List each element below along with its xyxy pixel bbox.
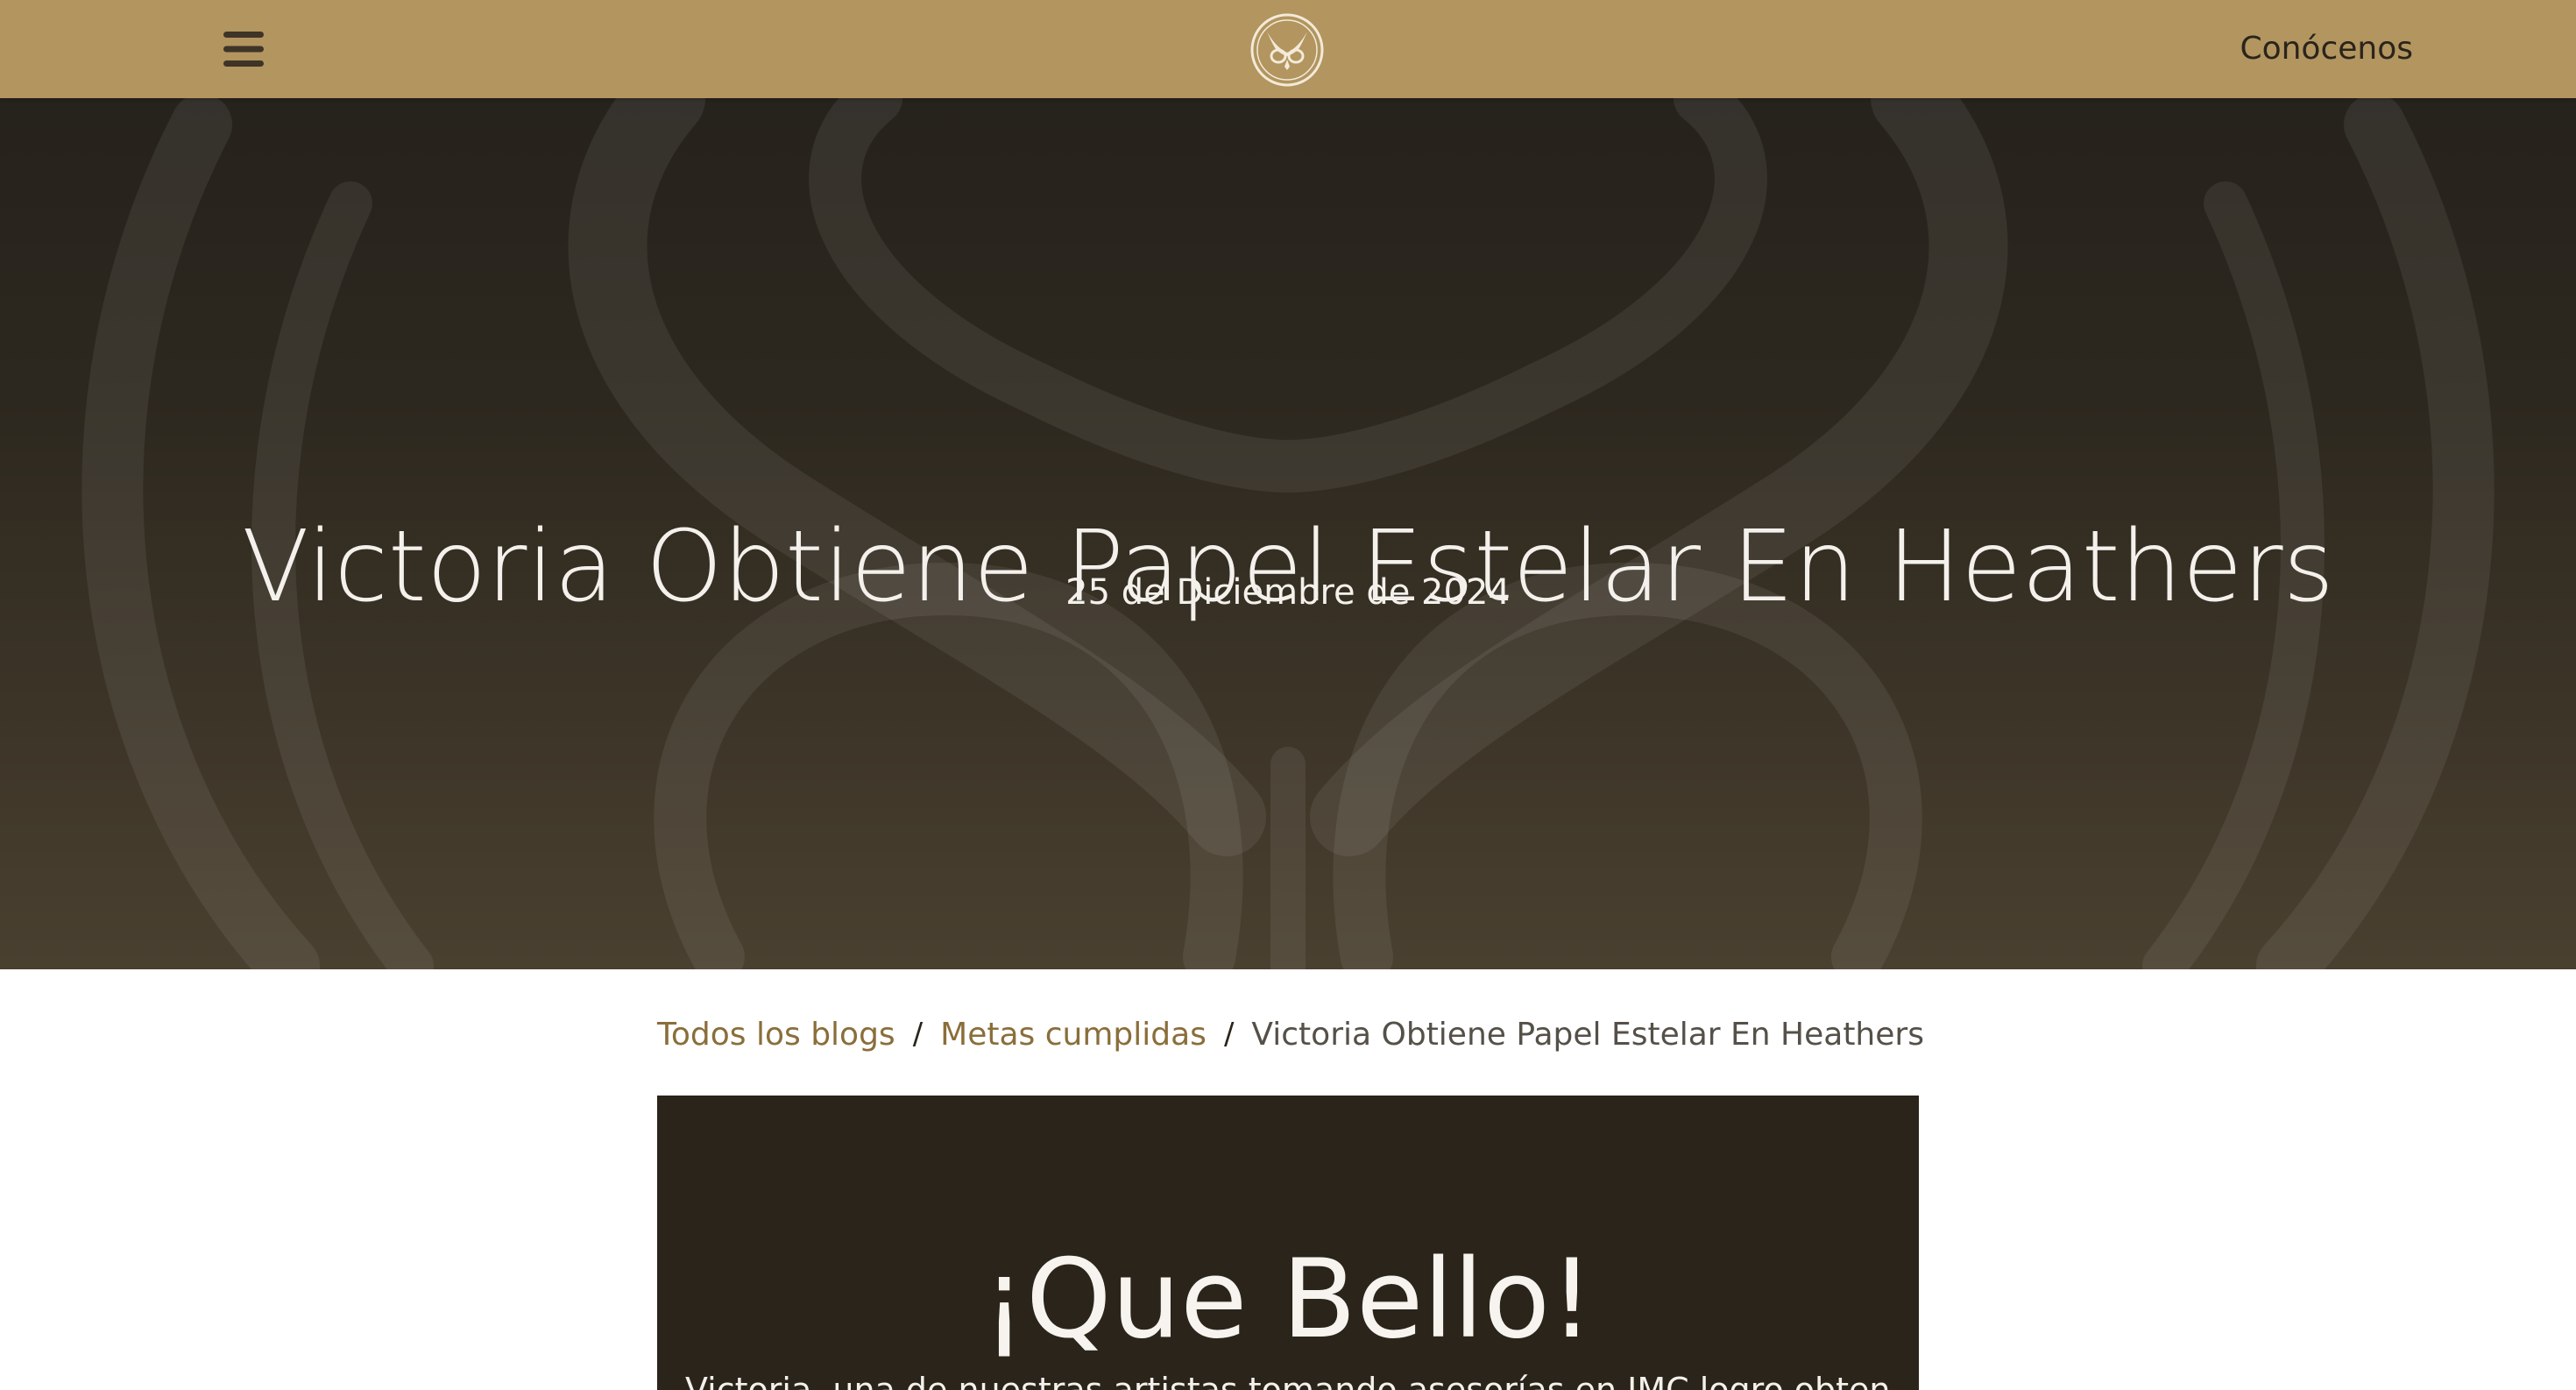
breadcrumb-current: Victoria Obtiene Papel Estelar En Heathe…	[1251, 1016, 1924, 1053]
article-card: ¡Que Bello! Victoria, una de nuestras ar…	[657, 1096, 1919, 1390]
article-intro: Victoria, una de nuestras artistas toman…	[685, 1371, 1891, 1390]
nav-link-about[interactable]: Conócenos	[2240, 25, 2413, 74]
site-header: Conócenos	[0, 0, 2576, 98]
breadcrumb-separator: /	[912, 1017, 924, 1052]
article-heading: ¡Que Bello!	[982, 1236, 1594, 1363]
breadcrumb-link-category[interactable]: Metas cumplidas	[940, 1017, 1207, 1053]
breadcrumb: Todos los blogs / Metas cumplidas / Vict…	[657, 1010, 1924, 1059]
publish-date: 25 de Diciembre de 2024	[1065, 572, 1511, 613]
breadcrumb-link-all-blogs[interactable]: Todos los blogs	[657, 1017, 895, 1053]
hamburger-icon	[223, 32, 264, 67]
menu-button[interactable]	[209, 23, 279, 75]
hero-banner: Victoria Obtiene Papel Estelar En Heathe…	[0, 98, 2576, 969]
breadcrumb-separator: /	[1223, 1017, 1235, 1052]
owl-logo-icon[interactable]	[1249, 12, 1325, 88]
